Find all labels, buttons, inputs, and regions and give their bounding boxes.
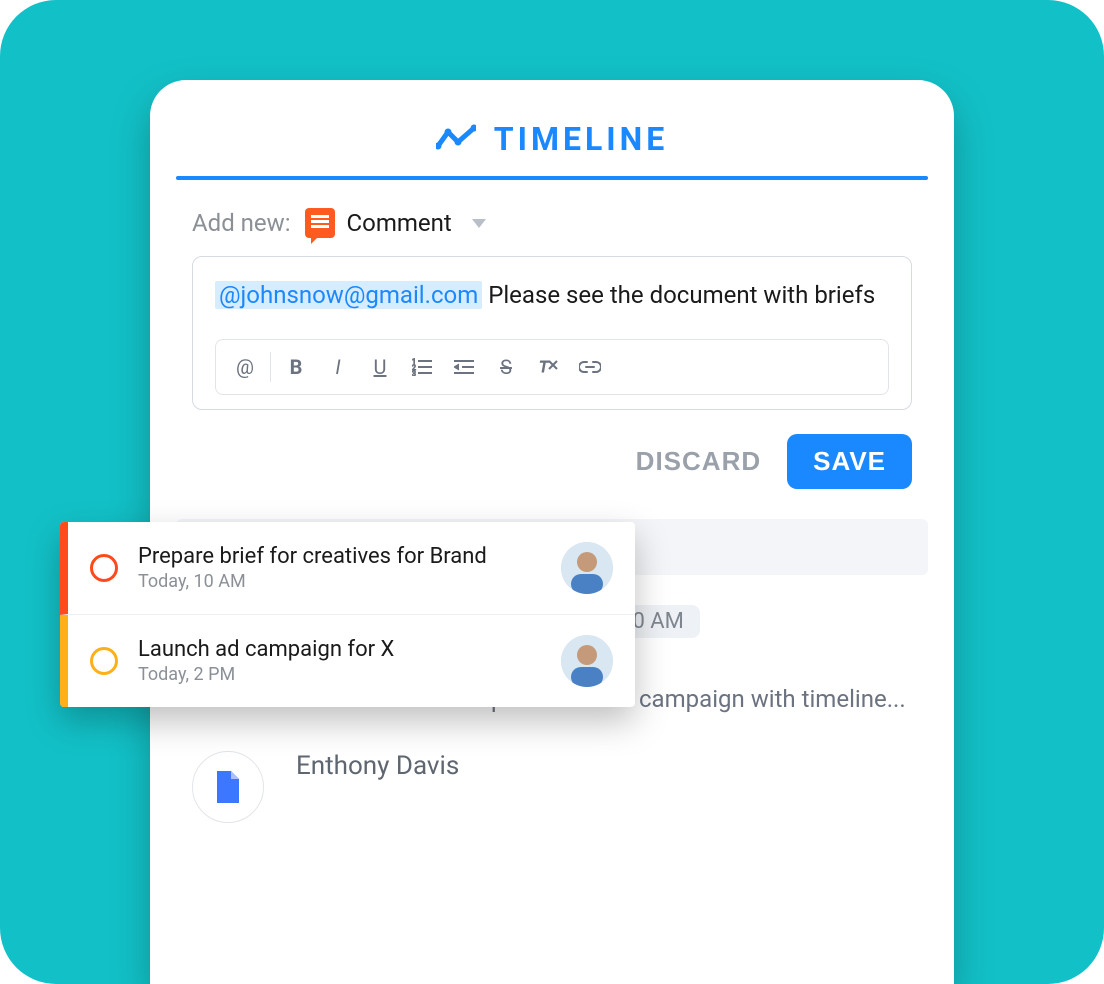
mention-tool[interactable]: @ bbox=[224, 339, 266, 395]
italic-tool[interactable]: I bbox=[317, 339, 359, 395]
toolbar-divider bbox=[270, 352, 271, 382]
svg-text:3: 3 bbox=[412, 370, 416, 376]
task-row[interactable]: Launch ad campaign for X Today, 2 PM bbox=[60, 615, 635, 707]
comment-input[interactable]: @johnsnow@gmail.com Please see the docum… bbox=[215, 277, 889, 313]
add-new-row: Add new: Comment bbox=[150, 208, 954, 256]
task-suggestion-list: Prepare brief for creatives for Brand To… bbox=[60, 522, 635, 707]
comment-body-text: Please see the document with briefs bbox=[482, 281, 875, 309]
editor-toolbar: @ B I U 123 S T bbox=[215, 339, 889, 395]
timeline-event[interactable]: Enthony Davis bbox=[150, 721, 954, 831]
svg-text:T: T bbox=[539, 357, 550, 376]
task-title: Prepare brief for creatives for Brand bbox=[138, 544, 541, 569]
event-meta: Enthony Davis bbox=[296, 751, 912, 781]
save-button[interactable]: SAVE bbox=[787, 434, 912, 489]
event-author: Enthony Davis bbox=[296, 751, 459, 781]
mention-chip[interactable]: @johnsnow@gmail.com bbox=[215, 281, 482, 309]
add-new-label: Add new: bbox=[192, 209, 291, 237]
bold-tool[interactable]: B bbox=[275, 339, 317, 395]
tab-underline bbox=[176, 176, 928, 180]
clear-formatting-tool[interactable]: T bbox=[527, 339, 569, 395]
avatar bbox=[561, 635, 613, 687]
comment-icon bbox=[305, 208, 335, 238]
entry-type-selector[interactable]: Comment bbox=[305, 208, 486, 238]
ordered-list-tool[interactable]: 123 bbox=[401, 339, 443, 395]
stage: TIMELINE Add new: Comment @johnsnow@gmai… bbox=[0, 0, 1104, 984]
task-main: Launch ad campaign for X Today, 2 PM bbox=[138, 637, 541, 685]
link-tool[interactable] bbox=[569, 339, 611, 395]
timeline-activity-icon bbox=[436, 124, 476, 154]
event-body: Enthony Davis bbox=[296, 751, 912, 789]
task-title: Launch ad campaign for X bbox=[138, 637, 541, 662]
discard-button[interactable]: DISCARD bbox=[636, 446, 761, 477]
task-time: Today, 2 PM bbox=[138, 664, 541, 685]
strikethrough-tool[interactable]: S bbox=[485, 339, 527, 395]
document-icon bbox=[192, 751, 264, 823]
underline-tool[interactable]: U bbox=[359, 339, 401, 395]
header: TIMELINE bbox=[150, 80, 954, 176]
composer-actions: DISCARD SAVE bbox=[150, 410, 954, 519]
outdent-tool[interactable] bbox=[443, 339, 485, 395]
entry-type-label: Comment bbox=[347, 209, 452, 237]
task-status-ring bbox=[90, 647, 118, 675]
task-status-ring bbox=[90, 554, 118, 582]
task-row[interactable]: Prepare brief for creatives for Brand To… bbox=[60, 522, 635, 615]
avatar bbox=[561, 542, 613, 594]
chevron-down-icon bbox=[472, 219, 486, 228]
comment-composer: @johnsnow@gmail.com Please see the docum… bbox=[192, 256, 912, 410]
task-time: Today, 10 AM bbox=[138, 571, 541, 592]
header-title: TIMELINE bbox=[494, 120, 668, 158]
task-main: Prepare brief for creatives for Brand To… bbox=[138, 544, 541, 592]
